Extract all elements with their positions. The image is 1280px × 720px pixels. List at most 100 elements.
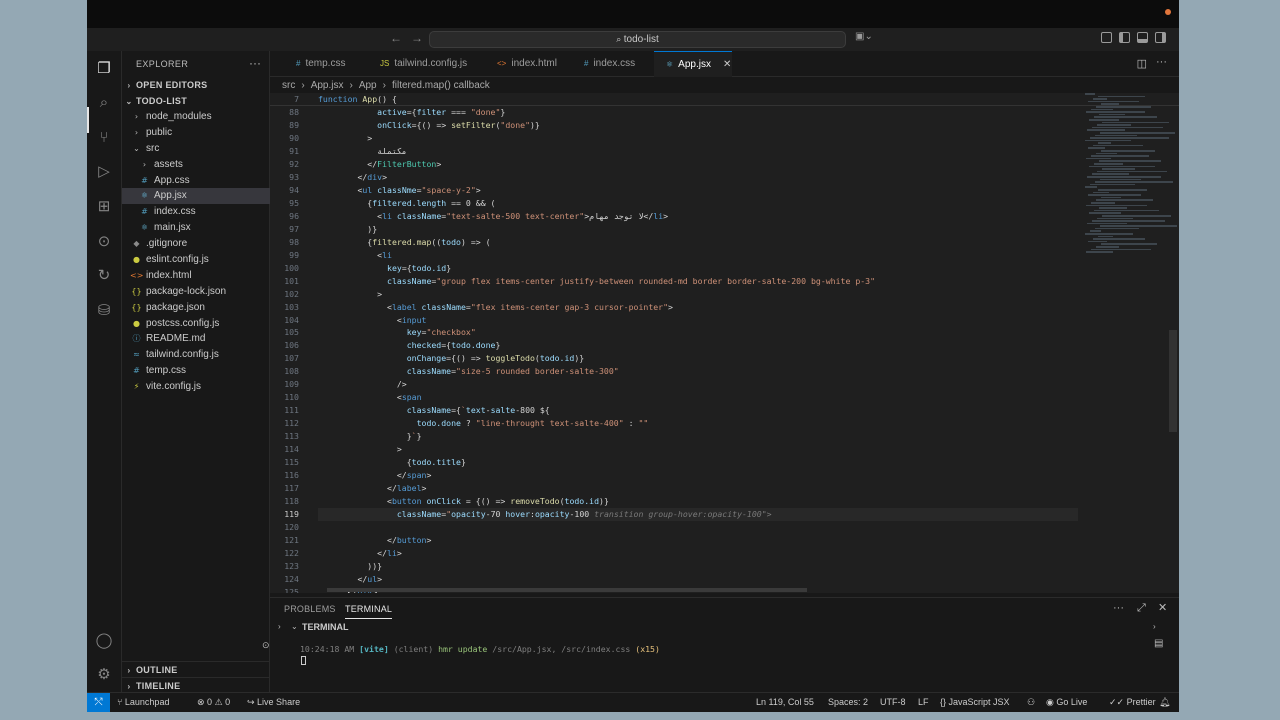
code-line[interactable]: key={todo.id} [318, 262, 1078, 275]
command-center[interactable]: ⌕ todo-list [429, 31, 846, 48]
breadcrumb-item[interactable]: src [282, 80, 295, 91]
code-line[interactable]: <label className="flex items-center gap-… [318, 301, 1078, 314]
launchpad-status[interactable]: ⑂ Launchpad [117, 697, 169, 707]
language-mode[interactable]: {} JavaScript JSX [940, 697, 1010, 707]
code-line[interactable]: > [318, 288, 1078, 301]
code-line[interactable]: key="checkbox" [318, 326, 1078, 339]
code-line[interactable]: <li [318, 249, 1078, 262]
split-editor-icon[interactable]: ◫ [1137, 57, 1147, 70]
project-section[interactable]: ⌄ TODO-LIST [122, 93, 270, 109]
breadcrumb-item[interactable]: filtered.map() callback [392, 80, 490, 91]
code-line[interactable]: /> [318, 378, 1078, 391]
code-line[interactable]: <input [318, 314, 1078, 327]
tree-item[interactable]: # temp.css [122, 363, 270, 379]
notifications-bell-icon[interactable]: 🔔︎ [1159, 697, 1170, 708]
tree-item[interactable]: <> index.html [122, 268, 270, 284]
remote-indicator-icon[interactable]: ⤲ [87, 693, 110, 712]
cursor-position[interactable]: Ln 119, Col 55 [756, 697, 814, 707]
breadcrumb-item[interactable]: App [359, 80, 377, 91]
tree-item[interactable]: ⚛ main.jsx [122, 220, 270, 236]
code-line[interactable]: {filtered.length == 0 && ( [318, 197, 1078, 210]
code-line[interactable]: onChange={() => toggleTodo(todo.id)} [318, 352, 1078, 365]
code-line[interactable]: className="size-5 rounded border-salte-3… [318, 365, 1078, 378]
code-line[interactable]: <li className="text-salte-500 text-cente… [318, 210, 1078, 223]
code-line[interactable] [318, 521, 1078, 534]
go-live-status[interactable]: ◉ Go Live [1046, 697, 1087, 708]
tree-item[interactable]: ● postcss.config.js [122, 316, 270, 332]
code-line[interactable]: className="opacity-70 hover:opacity-100 … [318, 508, 1078, 521]
toggle-sidebar-icon[interactable] [1119, 32, 1130, 43]
tab-file[interactable]: ⚛ App.jsx ✕ [654, 51, 732, 77]
close-panel-icon[interactable]: ✕ [1158, 601, 1167, 614]
tree-item[interactable]: # index.css [122, 204, 270, 220]
explorer-icon[interactable]: ❐ [94, 59, 114, 79]
tab-file[interactable]: # index.css [572, 51, 654, 77]
code-line[interactable]: {todo.title} [318, 456, 1078, 469]
code-line[interactable]: {filtered.map((todo) => ( [318, 236, 1078, 249]
tree-item[interactable]: › node_modules [122, 109, 270, 125]
tree-item[interactable]: ≈ tailwind.config.js [122, 347, 270, 363]
code-line[interactable]: onClick={() => setFilter("done")} [318, 119, 1078, 132]
code-line[interactable]: </li> [318, 547, 1078, 560]
more-actions-icon[interactable]: ··· [249, 56, 261, 70]
vertical-scrollbar[interactable] [1169, 330, 1177, 432]
close-icon[interactable]: ✕ [723, 59, 731, 70]
sticky-scroll-header[interactable]: 7 function App() { [270, 93, 1179, 106]
tree-item[interactable]: ⌄ src [122, 141, 270, 157]
tree-item[interactable]: ⚡ vite.config.js [122, 379, 270, 395]
live-share-status[interactable]: ↪ Live Share [247, 697, 300, 708]
tree-item[interactable]: › public [122, 125, 270, 141]
tab-file[interactable]: JS tailwind.config.js [368, 51, 485, 77]
code-line[interactable]: </label> [318, 482, 1078, 495]
tab-terminal[interactable]: TERMINAL [345, 604, 393, 619]
tree-item[interactable]: ◆ .gitignore [122, 236, 270, 252]
horizontal-scrollbar[interactable] [327, 588, 807, 592]
indentation-status[interactable]: Spaces: 2 [828, 697, 868, 707]
code-line[interactable]: </span> [318, 469, 1078, 482]
toggle-panel-icon[interactable] [1137, 32, 1148, 43]
tree-item[interactable]: ⓘ README.md [122, 331, 270, 347]
problems-status[interactable]: ⊗ 0 ⚠ 0 [197, 697, 230, 708]
timeline-section[interactable]: › TIMELINE [122, 677, 270, 693]
tab-file[interactable]: <> index.html [485, 51, 572, 77]
remote-explorer-icon[interactable]: ⊙ [94, 232, 114, 252]
copilot-icon[interactable]: ▣⌄ [855, 31, 873, 42]
back-arrow-icon[interactable]: ← [390, 31, 402, 45]
code-line[interactable]: className="group flex items-center justi… [318, 275, 1078, 288]
tree-item[interactable]: ⚛ App.jsx [122, 188, 270, 205]
open-editors-section[interactable]: › OPEN EDITORS [122, 77, 270, 93]
tree-item[interactable]: {} package-lock.json [122, 284, 270, 300]
tab-problems[interactable]: PROBLEMS [284, 604, 336, 614]
tree-item[interactable]: ● eslint.config.js [122, 252, 270, 268]
code-line[interactable]: }`} [318, 430, 1078, 443]
code-line[interactable]: <span [318, 391, 1078, 404]
eol-status[interactable]: LF [918, 697, 929, 707]
extensions-icon[interactable]: ⊞ [94, 197, 114, 217]
more-actions-icon[interactable]: ··· [1156, 56, 1167, 68]
minimap[interactable] [1085, 93, 1177, 303]
database-icon[interactable]: ⛁ [94, 301, 114, 321]
copilot-status-icon[interactable]: ⚇ [1027, 697, 1035, 708]
terminal-list-icon[interactable]: ▤ [1154, 638, 1163, 649]
customize-layout-icon[interactable] [1101, 32, 1112, 43]
breadcrumb-item[interactable]: App.jsx [311, 80, 344, 91]
chevron-right-icon[interactable]: › [1153, 622, 1156, 631]
toggle-secondary-sidebar-icon[interactable] [1155, 32, 1166, 43]
run-debug-icon[interactable]: ▷ [94, 162, 114, 182]
code-area[interactable]: active={filter === "done"} onClick={() =… [318, 106, 1078, 593]
tree-item[interactable]: › assets [122, 157, 270, 173]
code-line[interactable]: todo.done ? "line-throught text-salte-40… [318, 417, 1078, 430]
code-line[interactable]: <button onClick = {() => removeTodo(todo… [318, 495, 1078, 508]
code-editor[interactable]: 88 89 90 91 92 93 94 95 96 97 98 99 100 101 102 103 104 1… [270, 93, 1179, 593]
code-line[interactable]: )} [318, 223, 1078, 236]
settings-gear-icon[interactable]: ⚙ [94, 665, 114, 685]
prettier-status[interactable]: ✓✓ Prettier [1109, 697, 1156, 708]
tree-item[interactable]: # App.css [122, 173, 270, 189]
code-line[interactable]: مكتملة [318, 145, 1078, 158]
code-line[interactable]: ))} [318, 560, 1078, 573]
code-line[interactable]: active={filter === "done"} [318, 106, 1078, 119]
code-line[interactable]: checked={todo.done} [318, 339, 1078, 352]
code-line[interactable]: </ul> [318, 573, 1078, 586]
code-line[interactable]: > [318, 443, 1078, 456]
code-line[interactable]: </button> [318, 534, 1078, 547]
